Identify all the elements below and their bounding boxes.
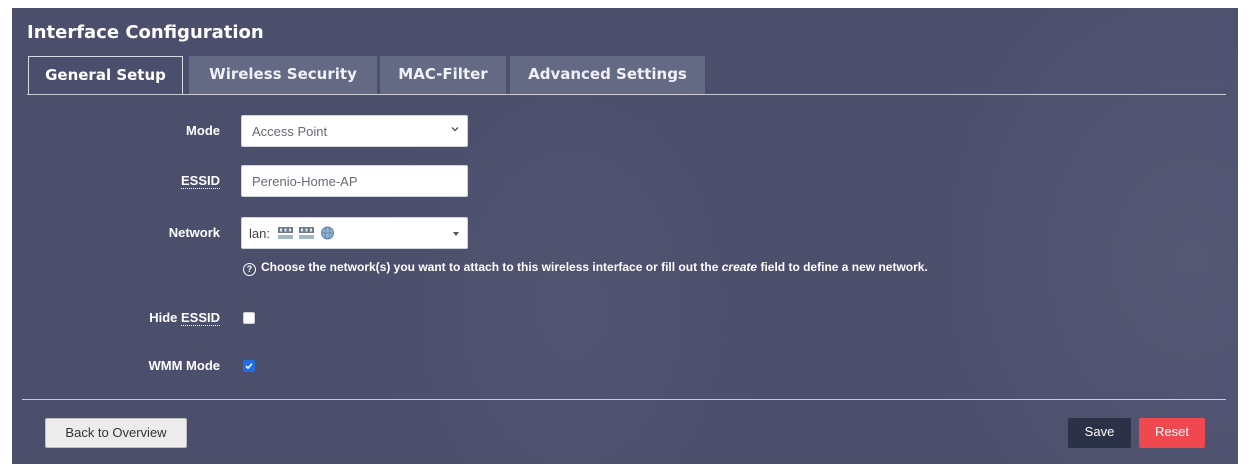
chevron-down-icon: [451, 127, 459, 132]
network-help-text: ? Choose the network(s) you want to attac…: [243, 260, 928, 276]
back-to-overview-button[interactable]: Back to Overview: [45, 418, 187, 448]
mode-label: Mode: [186, 123, 220, 138]
essid-label: ESSID: [180, 173, 220, 189]
wmm-mode-checkbox[interactable]: [243, 360, 255, 372]
network-select[interactable]: lan:: [241, 217, 468, 249]
footer-divider: [22, 399, 1226, 400]
network-help-after: field to define a new network.: [757, 260, 928, 274]
wireless-globe-icon: [321, 226, 334, 240]
tab-wireless-security[interactable]: Wireless Security: [189, 56, 377, 94]
page-title: Interface Configuration: [27, 22, 264, 43]
help-icon: ?: [243, 263, 256, 276]
save-button[interactable]: Save: [1068, 418, 1131, 448]
dropdown-arrow-icon: [453, 232, 459, 236]
wmm-mode-label: WMM Mode: [148, 358, 220, 373]
mode-select[interactable]: Access Point: [241, 115, 468, 147]
hide-essid-label-abbr: ESSID: [180, 310, 220, 326]
essid-input[interactable]: Perenio-Home-AP: [241, 165, 468, 197]
ethernet-port-icon: [299, 227, 314, 239]
essid-label-wrap: ESSID: [100, 173, 220, 189]
tab-mac-filter[interactable]: MAC-Filter: [380, 56, 506, 94]
hide-essid-label-prefix: Hide: [149, 310, 181, 325]
tab-divider: [27, 94, 1226, 95]
network-select-value: lan:: [249, 226, 270, 241]
tab-general-setup[interactable]: General Setup: [28, 56, 183, 95]
network-help-before: Choose the network(s) you want to attach…: [261, 260, 722, 274]
tab-advanced-settings[interactable]: Advanced Settings: [510, 56, 705, 94]
network-help-create: create: [721, 260, 758, 274]
network-label: Network: [168, 225, 220, 240]
interface-configuration-panel: Interface Configuration General Setup Wi…: [12, 8, 1238, 464]
ethernet-port-icon: [278, 227, 293, 239]
reset-button[interactable]: Reset: [1139, 418, 1205, 448]
checkmark-icon: [245, 363, 253, 370]
mode-select-value: Access Point: [252, 124, 328, 139]
hide-essid-label: Hide ESSID: [100, 310, 220, 326]
hide-essid-checkbox[interactable]: [243, 312, 255, 324]
